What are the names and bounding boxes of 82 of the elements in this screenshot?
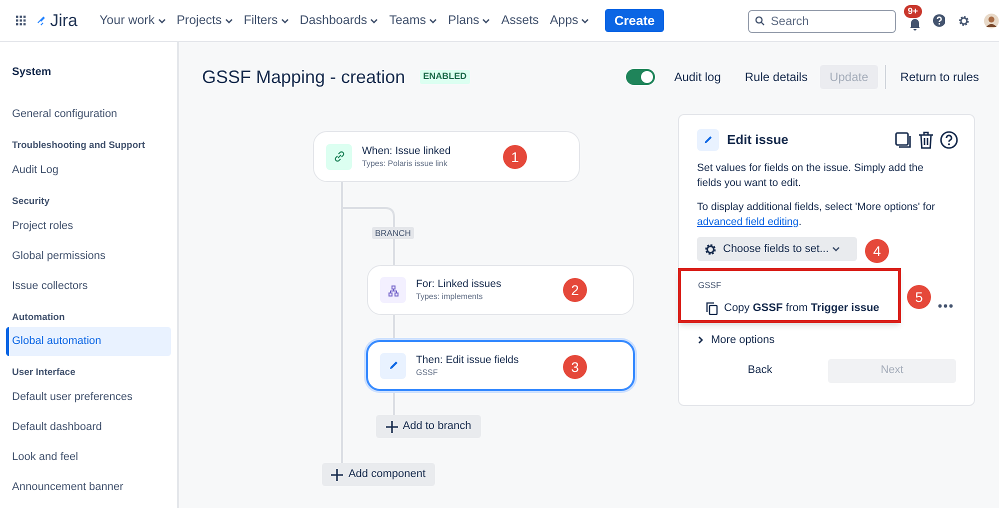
trash-icon[interactable] xyxy=(918,131,934,149)
panel-hint: To display additional fields, select 'More options' for advanced field editing. xyxy=(697,200,936,230)
rule-component-card[interactable]: When: Issue linked Types: Polaris issue link 1 xyxy=(313,131,580,182)
panel-description: Set values for fields on the issue. Simply add the fields you want to edit. xyxy=(697,161,924,191)
field-value: Copy GSSF from Trigger issue xyxy=(724,300,880,316)
plus-icon xyxy=(386,420,398,432)
advanced-field-editing-link[interactable]: advanced field editing xyxy=(697,216,799,228)
chevron-down-icon xyxy=(482,16,490,24)
back-button[interactable]: Back xyxy=(725,358,795,382)
panel-title: Edit issue xyxy=(727,131,788,150)
pencil-icon xyxy=(702,134,714,146)
avatar-icon[interactable] xyxy=(984,10,999,30)
step-marker: 1 xyxy=(503,145,527,169)
chevron-down-icon xyxy=(429,16,438,24)
hierarchy-icon xyxy=(386,284,400,296)
link-icon xyxy=(332,150,346,163)
create-button[interactable]: Create xyxy=(605,9,664,32)
sidebar-item[interactable]: Default user preferences xyxy=(6,382,171,412)
status-lozenge: ENABLED xyxy=(420,70,470,84)
nav-menu[interactable]: Projects xyxy=(176,11,233,30)
component-subtitle: Types: Polaris issue link xyxy=(362,158,448,170)
chevron-down-icon xyxy=(224,16,233,24)
sidebar-item[interactable]: General configuration xyxy=(6,99,171,129)
rule-title: GSSF Mapping - creation xyxy=(202,66,406,89)
nav-menu[interactable]: Dashboards xyxy=(300,11,378,30)
sidebar-heading: User Interface xyxy=(11,366,76,380)
chevron-down-icon xyxy=(581,16,590,24)
more-options-toggle[interactable]: More options xyxy=(697,332,775,348)
plus-icon xyxy=(331,468,344,480)
add-component-button[interactable]: Add component xyxy=(322,463,435,486)
step-marker: 3 xyxy=(563,355,587,379)
component-subtitle: GSSF xyxy=(416,366,439,378)
sidebar-item[interactable]: Project roles xyxy=(6,211,171,241)
chevron-down-icon xyxy=(158,16,166,24)
sidebar-item[interactable]: Global permissions xyxy=(6,241,171,271)
sidebar-heading: Automation xyxy=(11,311,66,325)
nav-menu[interactable]: Teams xyxy=(389,11,438,30)
help-icon[interactable] xyxy=(932,12,946,29)
bell-icon[interactable] xyxy=(908,16,922,30)
search-icon xyxy=(754,16,765,26)
branch-label: BRANCH xyxy=(372,227,414,239)
nav-menu[interactable]: Apps xyxy=(550,11,590,30)
help-icon[interactable] xyxy=(940,131,958,149)
add-to-branch-button[interactable]: Add to branch xyxy=(376,415,481,438)
more-icon[interactable] xyxy=(938,304,953,308)
nav-menu[interactable]: Your work xyxy=(99,11,166,30)
sidebar-heading: Security xyxy=(11,195,50,209)
enable-toggle[interactable] xyxy=(626,69,656,85)
copy-icon[interactable] xyxy=(895,132,912,148)
sidebar-item[interactable]: Announcement banner xyxy=(6,472,171,502)
rule-details-link[interactable]: Rule details xyxy=(744,68,808,86)
audit-log-link[interactable]: Audit log xyxy=(674,68,721,86)
sidebar-title: System xyxy=(11,65,52,80)
nav-menu[interactable]: Plans xyxy=(448,11,490,30)
app-name[interactable]: Jira xyxy=(50,8,78,34)
nav-menu[interactable]: Filters xyxy=(244,11,289,30)
app-switcher-icon[interactable] xyxy=(16,14,26,27)
chevron-right-icon xyxy=(697,336,704,344)
sidebar-item[interactable]: Default dashboard xyxy=(6,412,171,442)
notification-badge: 9+ xyxy=(904,4,922,18)
search-field[interactable]: Search xyxy=(748,10,896,32)
choose-fields-dropdown[interactable]: Choose fields to set... xyxy=(697,237,857,261)
copy-icon xyxy=(706,302,718,314)
sidebar-item[interactable]: Look and feel xyxy=(6,442,171,472)
chevron-down-icon xyxy=(280,16,289,24)
component-title: For: Linked issues xyxy=(416,277,502,291)
chevron-down-icon xyxy=(370,16,378,24)
rule-component-card[interactable]: For: Linked issues Types: implements 2 xyxy=(367,265,634,315)
sidebar-item[interactable]: Audit Log xyxy=(6,155,171,185)
gear-icon xyxy=(704,242,717,256)
chevron-down-icon xyxy=(832,245,840,253)
field-label: GSSF xyxy=(698,279,722,292)
sidebar-item[interactable]: Issue collectors xyxy=(6,271,171,301)
rule-component-card[interactable]: Then: Edit issue fields GSSF 3 xyxy=(366,340,635,391)
return-to-rules-link[interactable]: Return to rules xyxy=(900,68,979,86)
component-title: Then: Edit issue fields xyxy=(416,352,519,366)
sidebar-heading: Troubleshooting and Support xyxy=(11,139,146,153)
component-title: When: Issue linked xyxy=(362,144,451,158)
sidebar-item[interactable]: Global automation xyxy=(6,327,171,356)
step-marker: 2 xyxy=(563,278,587,302)
nav-menu[interactable]: Assets xyxy=(501,11,539,30)
component-subtitle: Types: implements xyxy=(416,291,484,303)
